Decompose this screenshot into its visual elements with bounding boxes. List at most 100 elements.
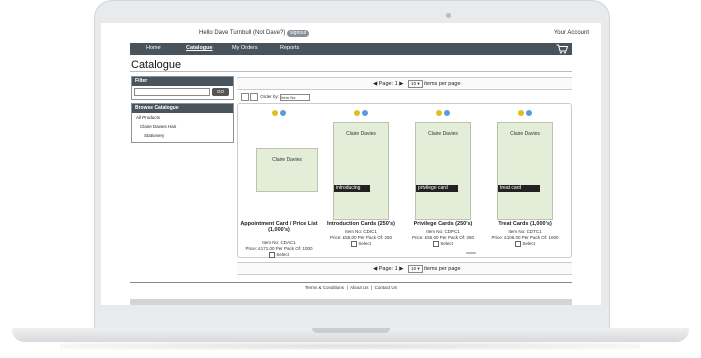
nav-reports[interactable]: Reports bbox=[280, 45, 299, 51]
browse-item-all-products[interactable]: All Products bbox=[132, 113, 233, 122]
zoom-icon[interactable] bbox=[362, 110, 368, 116]
select-checkbox[interactable]: Select bbox=[484, 241, 566, 247]
browse-heading: Browse Catalogue bbox=[132, 104, 233, 113]
scrollbar[interactable] bbox=[466, 252, 476, 254]
browse-item-claire-davies-hair[interactable]: Claire Davies Hair bbox=[132, 122, 233, 131]
info-icon[interactable] bbox=[272, 110, 278, 116]
product-name[interactable]: Treat Cards (1,000's) bbox=[484, 221, 566, 227]
product-image[interactable]: Claire Davies bbox=[256, 148, 318, 192]
filter-input[interactable] bbox=[134, 88, 210, 96]
card-brand: Claire Davies bbox=[510, 131, 540, 137]
footer-band bbox=[130, 299, 572, 305]
next-page-icon[interactable]: ▶ bbox=[399, 266, 403, 272]
product-card: Claire Davies Appointment Card / Price L… bbox=[238, 104, 320, 258]
product-grid: Claire Davies Appointment Card / Price L… bbox=[237, 103, 572, 258]
nav-home[interactable]: Home bbox=[146, 45, 161, 51]
page-number: 1 bbox=[394, 81, 398, 87]
footer-divider bbox=[130, 282, 572, 283]
select-checkbox[interactable]: Select bbox=[238, 252, 320, 258]
filter-panel: Filter GO bbox=[131, 76, 234, 100]
go-button[interactable]: GO bbox=[212, 88, 229, 96]
product-card: Claire Davies introducing Introduction C… bbox=[320, 104, 402, 254]
per-page-label: items per page bbox=[424, 266, 461, 272]
info-icon[interactable] bbox=[436, 110, 442, 116]
product-price: Price: £55.00 Per Pack Of: 250 bbox=[329, 235, 393, 240]
page-label: Page: bbox=[378, 266, 394, 272]
product-icons bbox=[320, 110, 402, 118]
signout-button[interactable]: signout bbox=[287, 30, 310, 37]
top-pager: ◀ Page: 1 ▶ 10 ▾ items per page bbox=[237, 77, 572, 90]
laptop-shadow bbox=[60, 342, 640, 350]
footer-about-link[interactable]: About Us bbox=[350, 285, 369, 290]
next-page-icon[interactable]: ▶ bbox=[399, 81, 403, 87]
camera-icon bbox=[446, 13, 451, 18]
your-account-link[interactable]: Your Account bbox=[554, 30, 589, 36]
card-band: privilege card bbox=[416, 185, 458, 192]
nav-catalogue[interactable]: Catalogue bbox=[186, 45, 213, 51]
footer-terms-link[interactable]: Terms & Conditions bbox=[305, 285, 344, 290]
cart-icon[interactable] bbox=[556, 44, 568, 54]
product-name[interactable]: Appointment Card / Price List (1,000's) bbox=[238, 221, 320, 233]
product-name[interactable]: Introduction Cards (250's) bbox=[320, 221, 402, 227]
bottom-pager: ◀ Page: 1 ▶ 10 ▾ items per page bbox=[237, 262, 572, 275]
card-brand: Claire Davies bbox=[272, 157, 302, 163]
zoom-icon[interactable] bbox=[280, 110, 286, 116]
title-divider bbox=[130, 71, 572, 72]
page-number: 1 bbox=[394, 266, 398, 272]
product-name[interactable]: Privilege Cards (250's) bbox=[402, 221, 484, 227]
select-label: Select bbox=[358, 241, 371, 247]
info-icon[interactable] bbox=[354, 110, 360, 116]
per-page-value: 10 bbox=[411, 266, 417, 271]
order-by-value: Item No. bbox=[281, 94, 297, 100]
order-by-select[interactable]: Item No. bbox=[280, 93, 311, 101]
select-label: Select bbox=[522, 241, 535, 247]
greeting-text: Hello Dave Turnbull (Not Dave?) bbox=[199, 30, 286, 36]
list-view-icon[interactable] bbox=[250, 93, 258, 101]
order-by-label: Order by: bbox=[260, 94, 280, 100]
per-page-select[interactable]: 10 ▾ bbox=[408, 265, 423, 273]
product-icons bbox=[484, 110, 566, 118]
checkbox-icon[interactable] bbox=[351, 241, 358, 247]
prev-page-icon[interactable]: ◀ bbox=[373, 266, 377, 272]
checkbox-icon[interactable] bbox=[433, 241, 440, 247]
filter-heading: Filter bbox=[132, 77, 233, 86]
page-label: Page: bbox=[378, 81, 394, 87]
product-icons bbox=[238, 110, 320, 118]
select-checkbox[interactable]: Select bbox=[402, 241, 484, 247]
product-price: Price: £171.00 Per Pack Of: 1000 bbox=[245, 246, 313, 251]
laptop-notch bbox=[312, 328, 390, 333]
nav-my-orders[interactable]: My Orders bbox=[232, 45, 258, 51]
checkbox-icon[interactable] bbox=[515, 241, 522, 247]
product-item-no: Item No: CDPC1 bbox=[426, 229, 460, 234]
per-page-select[interactable]: 10 ▾ bbox=[408, 80, 423, 88]
checkbox-icon[interactable] bbox=[269, 252, 276, 258]
select-checkbox[interactable]: Select bbox=[320, 241, 402, 247]
product-image[interactable]: Claire Davies treat card bbox=[497, 122, 553, 220]
greeting: Hello Dave Turnbull (Not Dave?) signout bbox=[199, 30, 310, 37]
info-icon[interactable] bbox=[518, 110, 524, 116]
top-bar: Hello Dave Turnbull (Not Dave?) signout … bbox=[101, 23, 601, 43]
per-page-label: items per page bbox=[424, 81, 461, 87]
product-image[interactable]: Claire Davies privilege card bbox=[415, 122, 471, 220]
product-icons bbox=[402, 110, 484, 118]
order-by-bar: Order by: Item No. bbox=[241, 93, 311, 101]
zoom-icon[interactable] bbox=[444, 110, 450, 116]
browser-screen: Hello Dave Turnbull (Not Dave?) signout … bbox=[101, 23, 601, 305]
page-title: Catalogue bbox=[131, 59, 182, 71]
product-item-no: Item No: CDTC1 bbox=[508, 229, 542, 234]
zoom-icon[interactable] bbox=[526, 110, 532, 116]
product-price: Price: £55.00 Per Pack Of: 250 bbox=[411, 235, 475, 240]
card-brand: Claire Davies bbox=[428, 131, 458, 137]
product-card: Claire Davies treat card Treat Cards (1,… bbox=[484, 104, 566, 254]
main-nav: Home Catalogue My Orders Reports bbox=[130, 43, 572, 55]
product-image[interactable]: Claire Davies introducing bbox=[333, 122, 389, 220]
select-label: Select bbox=[276, 252, 289, 258]
grid-view-icon[interactable] bbox=[241, 93, 249, 101]
browse-item-stationery[interactable]: Stationery bbox=[132, 131, 233, 140]
footer-contact-link[interactable]: Contact Us bbox=[375, 285, 397, 290]
product-item-no: Item No: CDIC1 bbox=[345, 229, 377, 234]
product-card: Claire Davies privilege card Privilege C… bbox=[402, 104, 484, 254]
prev-page-icon[interactable]: ◀ bbox=[373, 81, 377, 87]
footer-links: Terms & Conditions | About Us | Contact … bbox=[305, 285, 397, 290]
product-price: Price: £106.00 Per Pack Of: 1000 bbox=[491, 235, 559, 240]
